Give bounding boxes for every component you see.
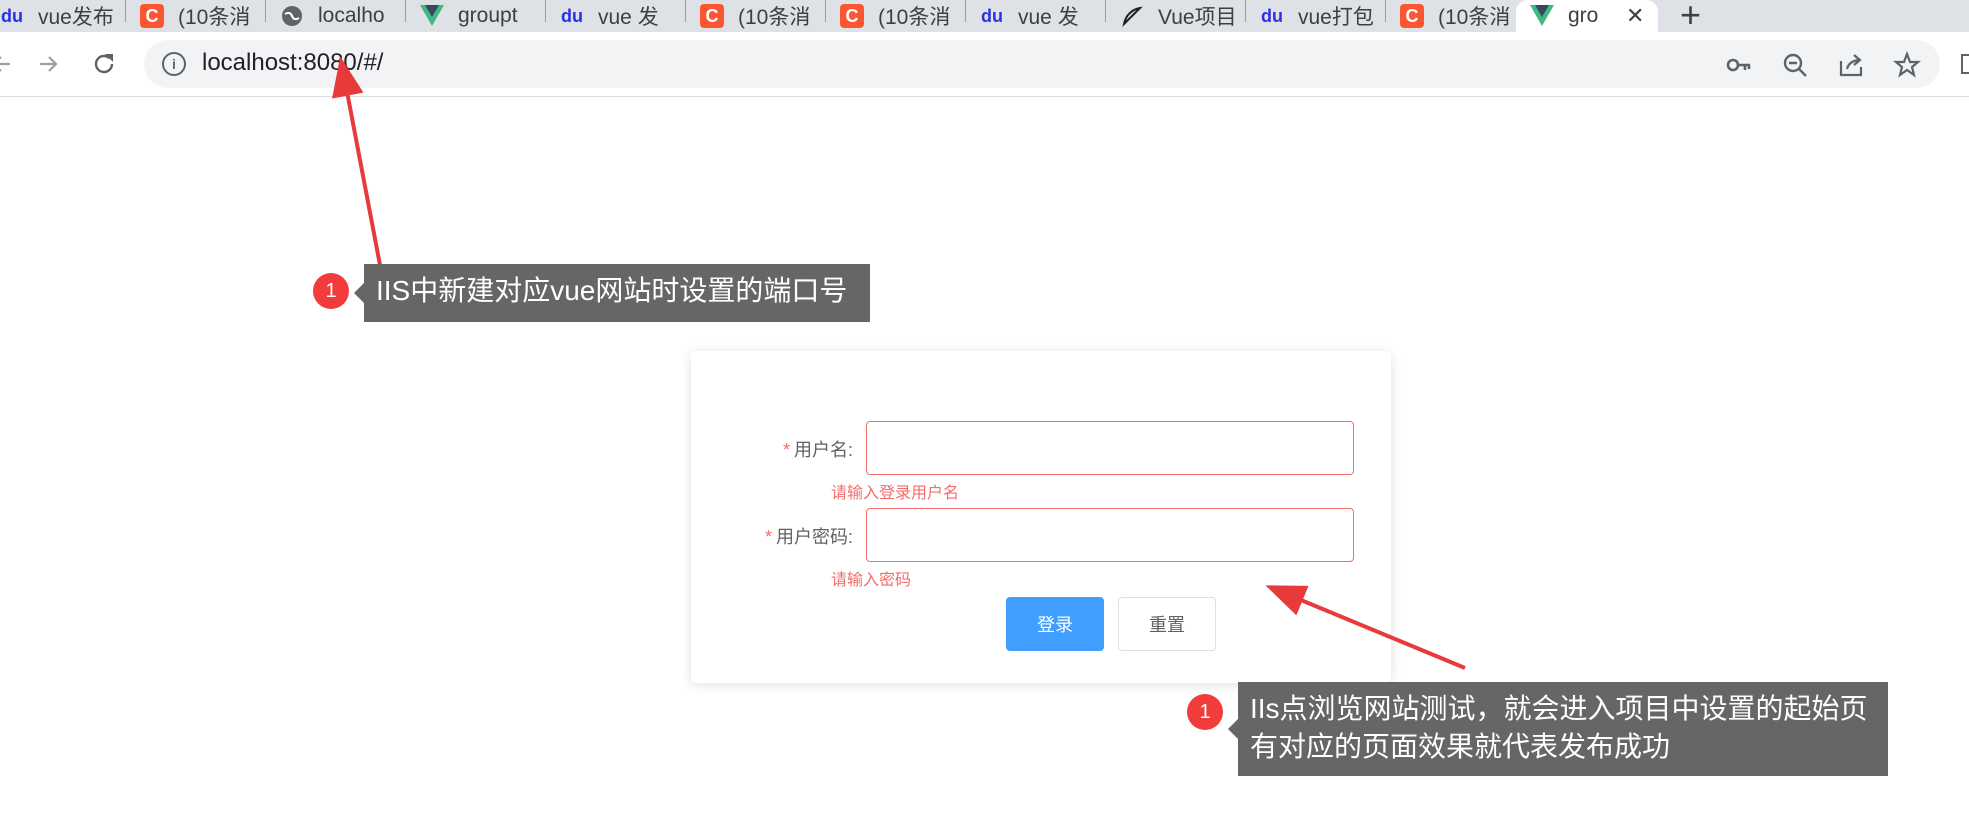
password-input[interactable] bbox=[866, 508, 1354, 562]
tab-label: (10条消 bbox=[1438, 6, 1511, 29]
username-input[interactable] bbox=[866, 421, 1354, 475]
csdn-c-icon: C bbox=[840, 4, 864, 28]
tab-label: groupt bbox=[458, 4, 518, 27]
baidu-icon: du bbox=[561, 5, 583, 26]
annotation-text-bottom-line1: IIs点浏览网站测试，就会进入项目中设置的起始页 bbox=[1250, 693, 1868, 724]
tab-9[interactable]: Vue项目 bbox=[1106, 0, 1246, 32]
top-arrow bbox=[332, 56, 382, 266]
reset-button[interactable]: 重置 bbox=[1118, 597, 1216, 651]
annotation-badge-top: 1 bbox=[313, 273, 349, 309]
tab-8[interactable]: du vue 发 bbox=[966, 0, 1106, 32]
login-button[interactable]: 登录 bbox=[1006, 597, 1104, 651]
bookmark-star-icon[interactable] bbox=[1892, 50, 1922, 80]
baidu-icon: du bbox=[1, 5, 23, 26]
zoom-out-icon[interactable] bbox=[1780, 50, 1810, 80]
tab-4[interactable]: groupt bbox=[406, 0, 546, 32]
required-mark: * bbox=[782, 440, 790, 460]
annotation-callout-top: IIS中新建对应vue网站时设置的端口号 bbox=[354, 264, 870, 322]
address-bar[interactable]: i localhost:8080/#/ bbox=[144, 40, 1940, 88]
site-info-icon[interactable]: i bbox=[162, 52, 186, 76]
tab-label: (10条消 bbox=[738, 6, 811, 29]
back-arrow-icon bbox=[0, 56, 10, 72]
tab-label: gro bbox=[1568, 4, 1599, 27]
tab-strip: du vue发布 C (10条消 localho groupt du vue 发… bbox=[0, 0, 1969, 32]
annotation-badge-bottom: 1 bbox=[1187, 694, 1223, 730]
side-panel-icon[interactable] bbox=[1950, 44, 1969, 84]
tab-label: vue发布 bbox=[38, 6, 114, 29]
vue-icon bbox=[1530, 4, 1554, 28]
tab-5[interactable]: du vue 发 bbox=[546, 0, 686, 32]
tab-11[interactable]: C (10条消 bbox=[1386, 0, 1526, 32]
annotation-text-top: IIS中新建对应vue网站时设置的端口号 bbox=[376, 275, 848, 306]
csdn-c-icon: C bbox=[140, 4, 164, 28]
tab-label: Vue项目 bbox=[1158, 6, 1237, 29]
tab-6[interactable]: C (10条消 bbox=[686, 0, 826, 32]
password-error: 请输入密码 bbox=[831, 572, 912, 589]
tab-active[interactable]: gro ✕ bbox=[1516, 0, 1658, 32]
required-mark: * bbox=[764, 527, 772, 547]
annotation-text-bottom-line2: 有对应的页面效果就代表发布成功 bbox=[1250, 731, 1671, 762]
browser-toolbar: i localhost:8080/#/ bbox=[0, 32, 1969, 97]
tab-label: (10条消 bbox=[878, 6, 951, 29]
tab-10[interactable]: du vue打包 bbox=[1246, 0, 1386, 32]
annotation-callout-bottom: IIs点浏览网站测试，就会进入项目中设置的起始页 有对应的页面效果就代表发布成功 bbox=[1228, 682, 1888, 776]
tab-2[interactable]: C (10条消 bbox=[126, 0, 266, 32]
username-label: * 用户名: bbox=[723, 436, 853, 462]
tab-label: vue 发 bbox=[1018, 6, 1079, 29]
baidu-icon: du bbox=[1261, 5, 1283, 26]
tab-label: (10条消 bbox=[178, 6, 251, 29]
reload-button[interactable] bbox=[84, 44, 124, 84]
username-label-text: 用户名: bbox=[793, 440, 853, 460]
tab-label: vue打包 bbox=[1298, 6, 1374, 29]
reload-icon bbox=[94, 54, 114, 74]
back-button[interactable] bbox=[0, 44, 22, 84]
new-tab-button[interactable]: + bbox=[1680, 0, 1701, 32]
vue-icon bbox=[420, 4, 444, 28]
login-card: * 用户名: 请输入登录用户名 * 用户密码: 请输入密码 登录 重置 bbox=[691, 351, 1391, 683]
forward-arrow-icon bbox=[40, 56, 58, 72]
baidu-icon: du bbox=[981, 5, 1003, 26]
forward-button[interactable] bbox=[28, 44, 68, 84]
close-tab-icon[interactable]: ✕ bbox=[1626, 3, 1644, 29]
csdn-c-icon: C bbox=[1400, 4, 1424, 28]
key-icon[interactable] bbox=[1724, 50, 1754, 80]
share-icon[interactable] bbox=[1836, 50, 1866, 80]
tab-label: localho bbox=[318, 4, 385, 27]
csdn-c-icon: C bbox=[700, 4, 724, 28]
password-label: * 用户密码: bbox=[703, 523, 853, 549]
tab-3[interactable]: localho bbox=[266, 0, 406, 32]
tab-1[interactable]: du vue发布 bbox=[0, 0, 126, 32]
url-text[interactable]: localhost:8080/#/ bbox=[202, 49, 383, 77]
tab-label: vue 发 bbox=[598, 6, 659, 29]
password-label-text: 用户密码: bbox=[775, 527, 853, 547]
globe-icon bbox=[280, 4, 304, 28]
username-error: 请输入登录用户名 bbox=[831, 485, 960, 502]
feather-icon bbox=[1120, 4, 1144, 28]
tab-7[interactable]: C (10条消 bbox=[826, 0, 966, 32]
